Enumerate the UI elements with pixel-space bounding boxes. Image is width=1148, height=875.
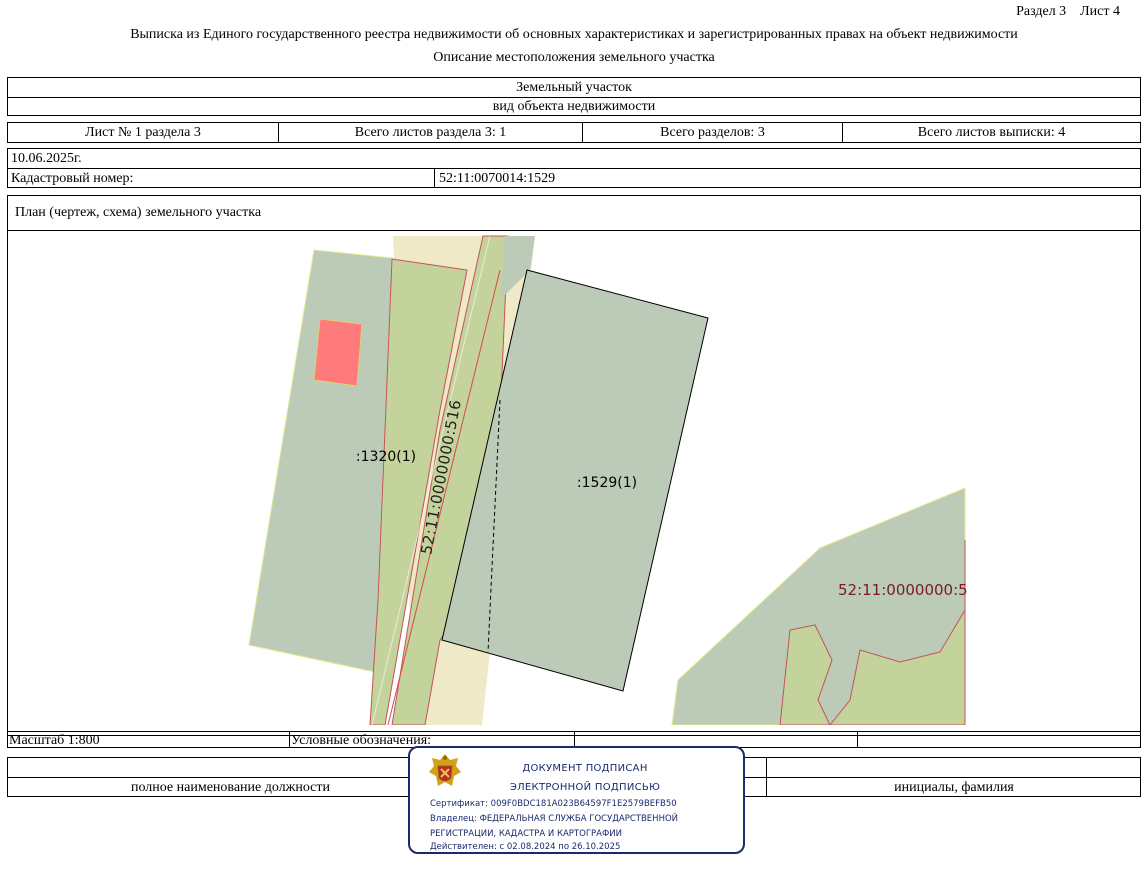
extract-date: 10.06.2025г.: [11, 151, 82, 166]
sections-total: Всего разделов: 3: [582, 123, 842, 142]
sheets-total: Всего листов выписки: 4: [842, 123, 1140, 142]
cadastral-number: 52:11:0070014:1529: [439, 171, 556, 186]
stamp-certificate: Сертификат: 009F0BDC181A023B64597F1E2579…: [430, 799, 677, 809]
stamp-owner-1: Владелец: ФЕДЕРАЛЬНАЯ СЛУЖБА ГОСУДАРСТВЕ…: [430, 814, 679, 824]
legend-label: Условные обозначения:: [291, 733, 432, 748]
name-caption: инициалы, фамилия: [894, 780, 1014, 795]
document-subtitle: Описание местоположения земельного участ…: [433, 50, 715, 65]
plan-title: План (чертеж, схема) земельного участка: [15, 205, 262, 220]
identification-block: 10.06.2025г. Кадастровый номер: 52:11:00…: [7, 148, 1141, 188]
scale-label: Масштаб 1:800: [9, 733, 100, 748]
label-parcel-1320: :1320(1): [356, 449, 416, 465]
emblem-icon: [429, 754, 461, 786]
signature-stamp: ДОКУМЕНТ ПОДПИСАН ЭЛЕКТРОННОЙ ПОДПИСЬЮ С…: [408, 746, 745, 854]
label-parcel-1529: :1529(1): [577, 475, 637, 491]
section-sheet-label: Раздел 3 Лист 4: [1016, 4, 1120, 19]
object-type: Земельный участок: [8, 78, 1140, 98]
stamp-line-2: ЭЛЕКТРОННОЙ ПОДПИСЬЮ: [509, 782, 661, 793]
position-caption: полное наименование должности: [130, 780, 331, 795]
building: [313, 318, 363, 387]
label-right-parcel: 52:11:0000000:5: [838, 581, 968, 599]
stamp-validity: Действителен: с 02.08.2024 по 26.10.2025: [430, 842, 621, 852]
cadastral-map: :1320(1) :1529(1) 52:11:0000000:516 52:1…: [248, 235, 968, 725]
stamp-line-1: ДОКУМЕНТ ПОДПИСАН: [522, 763, 648, 774]
object-type-caption: вид объекта недвижимости: [492, 99, 656, 114]
sheet-number: Лист № 1 раздела 3: [85, 124, 201, 140]
document-title: Выписка из Единого государственного реес…: [130, 27, 1018, 42]
object-type-block: Земельный участок вид объекта недвижимос…: [7, 77, 1141, 116]
sheets-in-section: Всего листов раздела 3: 1: [278, 123, 582, 142]
sheets-row: Лист № 1 раздела 3 Всего листов раздела …: [7, 122, 1141, 143]
stamp-owner-2: РЕГИСТРАЦИИ, КАДАСТРА И КАРТОГРАФИИ: [430, 829, 622, 839]
cadastral-label: Кадастровый номер:: [11, 171, 134, 186]
